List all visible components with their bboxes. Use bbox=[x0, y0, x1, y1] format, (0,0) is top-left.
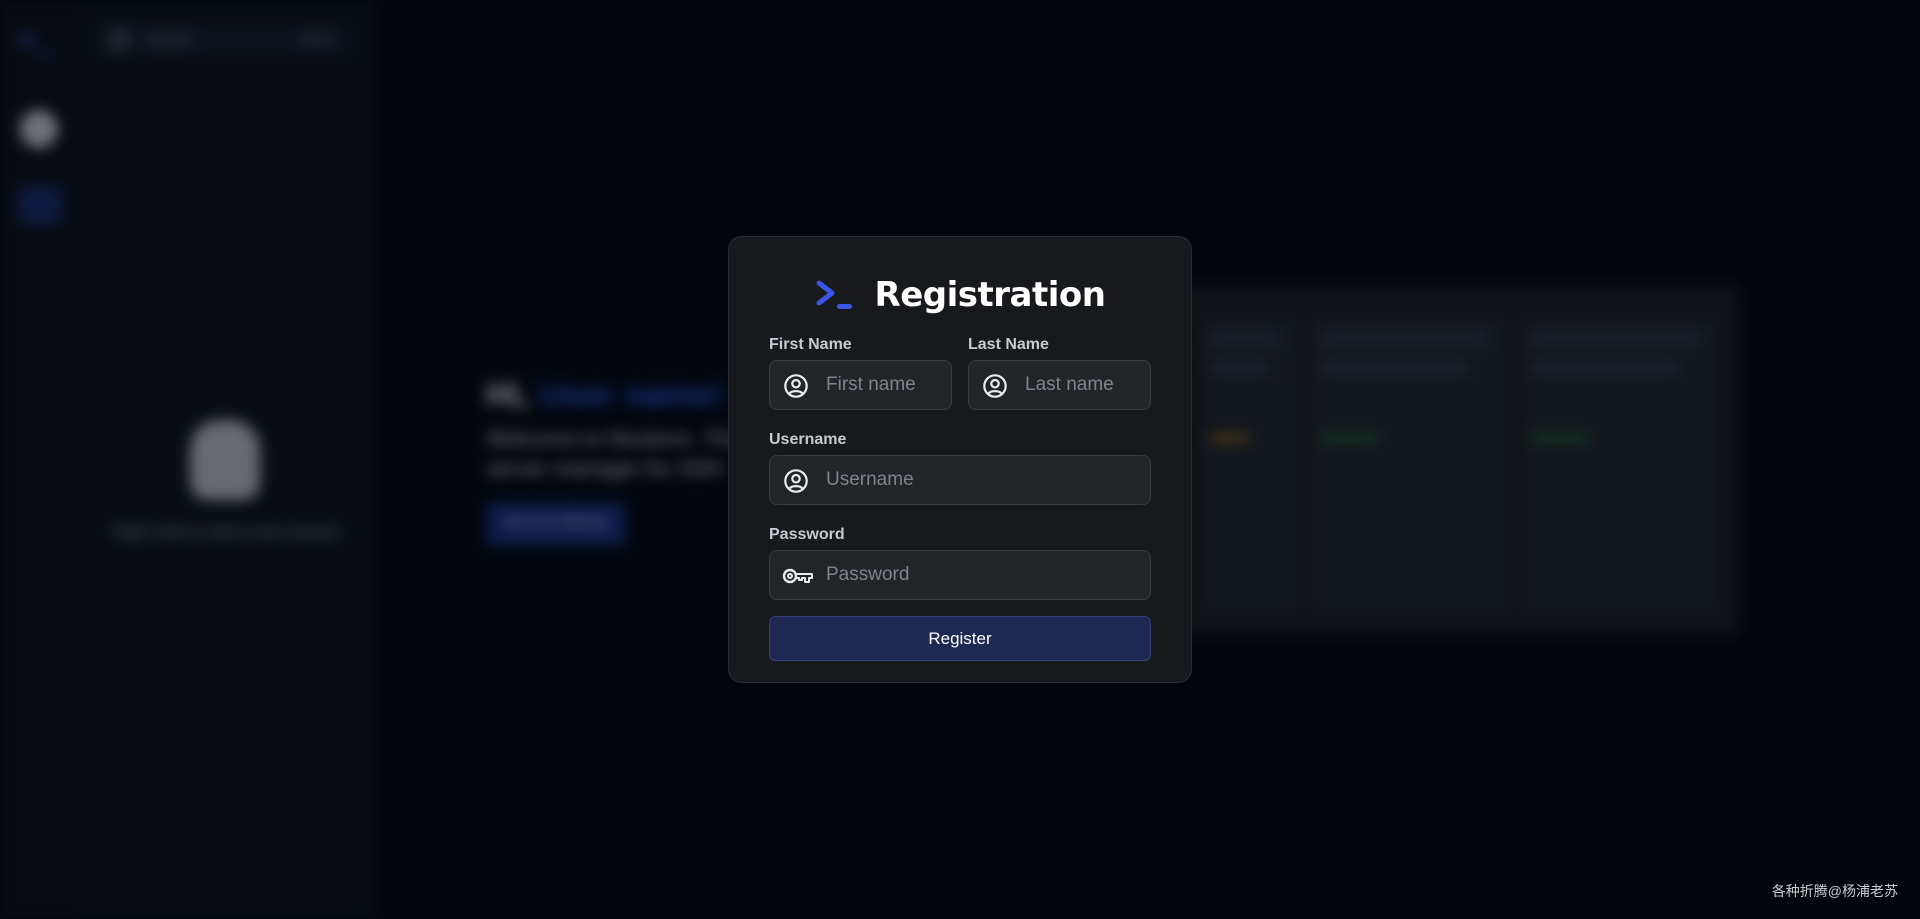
search-icon bbox=[110, 30, 128, 48]
server-sidebar: Search Alt+K Right click to add a new se… bbox=[82, 0, 372, 919]
first-name-label: First Name bbox=[769, 336, 852, 353]
last-name-field: Last Name bbox=[968, 336, 1151, 410]
username-input-wrapper bbox=[769, 455, 1151, 505]
username-input[interactable] bbox=[770, 456, 1150, 504]
app-logo-icon: >_ bbox=[18, 22, 55, 57]
nav-rail-servers-button[interactable] bbox=[18, 186, 62, 224]
first-name-input[interactable] bbox=[770, 361, 951, 409]
welcome-github-button[interactable]: Get on GitHub bbox=[486, 502, 626, 546]
first-name-input-wrapper bbox=[769, 360, 952, 410]
nav-rail: >_ bbox=[0, 0, 82, 919]
password-label: Password bbox=[769, 526, 845, 543]
name-row: First Name Last Name bbox=[769, 336, 1151, 410]
register-button[interactable]: Register bbox=[769, 616, 1151, 661]
password-input[interactable] bbox=[770, 551, 1150, 599]
avatar[interactable] bbox=[20, 110, 58, 148]
first-name-field: First Name bbox=[769, 336, 952, 410]
username-label: Username bbox=[769, 431, 847, 448]
welcome-title: Hi, User name! bbox=[486, 376, 724, 415]
username-field: Username bbox=[769, 431, 1151, 505]
welcome-name: User name! bbox=[538, 376, 725, 414]
app-preview-image bbox=[1180, 285, 1740, 635]
pointer-hand-icon bbox=[190, 420, 260, 500]
terminal-logo-icon bbox=[816, 280, 852, 309]
dialog-title: Registration bbox=[874, 275, 1106, 315]
dialog-header: Registration bbox=[769, 275, 1151, 315]
registration-dialog: Registration First Name Last Name bbox=[728, 236, 1192, 683]
search-shortcut: Alt+K bbox=[300, 31, 334, 47]
last-name-label: Last Name bbox=[968, 336, 1049, 353]
last-name-input-wrapper bbox=[968, 360, 1151, 410]
password-field: Password bbox=[769, 526, 1151, 600]
server-search-input[interactable]: Search Alt+K bbox=[98, 22, 348, 58]
last-name-input[interactable] bbox=[969, 361, 1150, 409]
server-search-placeholder: Search bbox=[146, 31, 194, 48]
welcome-greeting: Hi, bbox=[486, 376, 530, 414]
password-input-wrapper bbox=[769, 550, 1151, 600]
watermark-text: 各种折腾@杨浦老苏 bbox=[1771, 883, 1898, 899]
sidebar-empty-hint: Right click to add a new session bbox=[113, 524, 341, 541]
